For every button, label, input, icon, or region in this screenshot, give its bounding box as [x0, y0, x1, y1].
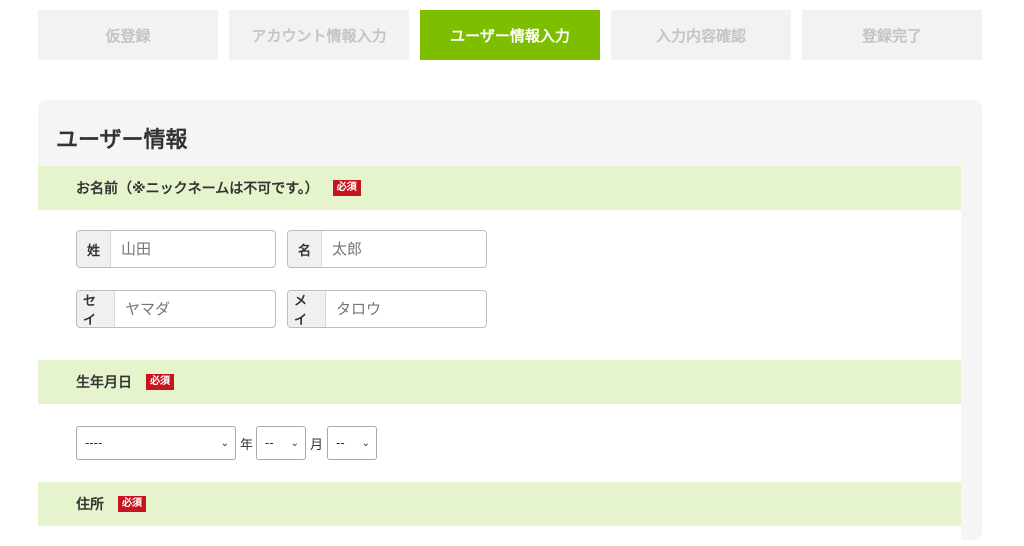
birth-year-value: ----	[85, 436, 103, 450]
step-provisional: 仮登録	[38, 10, 218, 60]
required-badge: 必須	[332, 180, 361, 196]
last-name-kana-field[interactable]: セイ	[76, 290, 276, 328]
chevron-down-icon: ⌄	[361, 437, 370, 449]
step-confirm: 入力内容確認	[611, 10, 791, 60]
address-section-title: 住所	[76, 497, 104, 513]
first-name-kana-field[interactable]: メイ	[287, 290, 487, 328]
month-unit: 月	[310, 438, 324, 453]
address-section-header: 住所 必須	[38, 482, 961, 526]
chevron-down-icon: ⌄	[220, 437, 229, 449]
first-name-label: 名	[288, 231, 322, 267]
first-name-input[interactable]	[322, 231, 482, 267]
step-complete: 登録完了	[802, 10, 982, 60]
address-section-body	[38, 526, 961, 546]
name-section-body: 姓 名 セイ メイ	[38, 210, 961, 360]
year-unit: 年	[240, 438, 254, 453]
step-account-info: アカウント情報入力	[229, 10, 409, 60]
last-name-label: 姓	[77, 231, 111, 267]
name-section-title: お名前（※ニックネームは不可です。）	[76, 181, 319, 197]
birth-section-body: ---- ⌄ 年 -- ⌄ 月 -- ⌄	[38, 404, 961, 482]
birth-day-select[interactable]: -- ⌄	[327, 426, 377, 460]
last-name-field[interactable]: 姓	[76, 230, 276, 268]
user-info-panel: ユーザー情報 お名前（※ニックネームは不可です。） 必須 姓 名 セイ メイ 生…	[38, 100, 982, 546]
first-name-kana-label: メイ	[288, 291, 326, 327]
birth-month-value: --	[265, 436, 274, 450]
birth-month-select[interactable]: -- ⌄	[256, 426, 306, 460]
last-name-input[interactable]	[111, 231, 271, 267]
birth-day-value: --	[336, 436, 345, 450]
birth-date-selects: ---- ⌄ 年 -- ⌄ 月 -- ⌄	[76, 426, 396, 460]
page-title: ユーザー情報	[56, 128, 188, 153]
last-name-kana-label: セイ	[77, 291, 115, 327]
registration-steps: 仮登録 アカウント情報入力 ユーザー情報入力 入力内容確認 登録完了	[38, 10, 982, 60]
last-name-kana-input[interactable]	[115, 291, 275, 327]
first-name-kana-input[interactable]	[326, 291, 486, 327]
birth-year-select[interactable]: ---- ⌄	[76, 426, 236, 460]
required-badge: 必須	[146, 374, 174, 390]
birth-section-header: 生年月日 必須	[38, 360, 961, 404]
required-badge: 必須	[118, 496, 146, 512]
first-name-field[interactable]: 名	[287, 230, 487, 268]
chevron-down-icon: ⌄	[290, 437, 299, 449]
birth-section-title: 生年月日	[76, 375, 132, 391]
name-section-header: お名前（※ニックネームは不可です。） 必須	[38, 166, 961, 210]
step-user-info: ユーザー情報入力	[420, 10, 600, 60]
